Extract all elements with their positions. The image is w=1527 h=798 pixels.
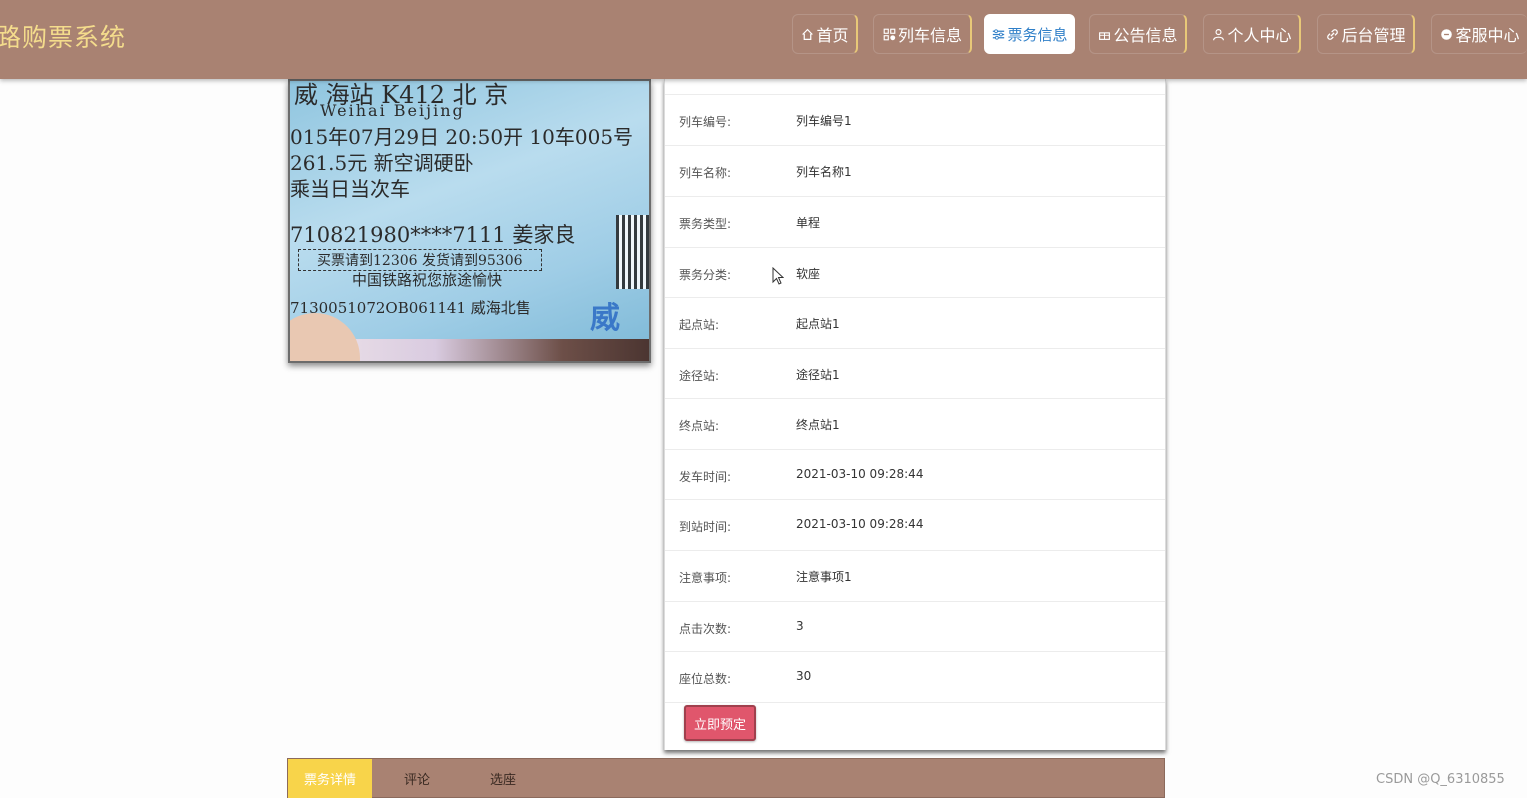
detail-label: 座位总数: [679, 672, 732, 686]
detail-label: 发车时间: [679, 470, 732, 484]
detail-row-depart-time: 发车时间: 2021-03-10 09:28:44 [665, 449, 1165, 500]
detail-row-clicks: 点击次数: 3 [665, 601, 1165, 652]
detail-row-seats: 座位总数: 30 [665, 651, 1165, 702]
ticket-line-date: 015年07月29日 20:50开 10车005号 [290, 125, 634, 149]
grid-icon [882, 27, 897, 42]
detail-label: 票务分类: [679, 268, 732, 282]
home-icon [800, 27, 815, 42]
detail-label: 途径站: [679, 369, 720, 383]
top-header: 路购票系统 首页 列车信息 票务信息 公告信息 个人中心 后台管理 客服中心 [0, 0, 1527, 79]
ticket-line-notice: 乘当日当次车 [290, 177, 410, 201]
nav-home[interactable]: 首页 [792, 14, 858, 54]
finger-photo [290, 313, 360, 361]
nav-notices[interactable]: 公告信息 [1089, 14, 1187, 54]
detail-value: 30 [796, 669, 812, 683]
nav-notices-label: 公告信息 [1113, 26, 1178, 45]
ticket-line-id: 710821980****7111 姜家良 [290, 223, 576, 247]
detail-label: 票务类型: [679, 217, 732, 231]
tab-ticket-details[interactable]: 票务详情 [288, 759, 372, 798]
user-icon [1211, 27, 1226, 42]
detail-row-ticket-class: 票务分类: 软座 [665, 247, 1165, 298]
ticket-line-service: 买票请到12306 发货请到95306 [298, 249, 542, 271]
book-now-button[interactable]: 立即预定 [684, 705, 756, 741]
detail-row-arrive-time: 到站时间: 2021-03-10 09:28:44 [665, 499, 1165, 550]
detail-value: 3 [796, 619, 804, 633]
nav-trains[interactable]: 列车信息 [873, 14, 972, 54]
detail-row-end-station: 终点站: 终点站1 [665, 398, 1165, 449]
detail-row-via-station: 途径站: 途径站1 [665, 348, 1165, 399]
detail-row-train-no: 列车编号: 列车编号1 [665, 94, 1165, 145]
detail-label: 终点站: [679, 419, 720, 433]
detail-value: 终点站1 [796, 418, 840, 432]
nav-tickets[interactable]: 票务信息 [984, 14, 1075, 54]
detail-tabs: 票务详情 评论 选座 [287, 758, 1165, 798]
tab-comments[interactable]: 评论 [374, 759, 460, 798]
nav-profile[interactable]: 个人中心 [1203, 14, 1301, 54]
mouse-cursor-icon [772, 267, 784, 285]
nav-tickets-label: 票务信息 [1007, 25, 1068, 44]
detail-value: 注意事项1 [796, 570, 852, 584]
sliders-icon [991, 27, 1006, 42]
nav-home-label: 首页 [816, 26, 849, 45]
site-title: 路购票系统 [0, 23, 127, 52]
detail-value: 起点站1 [796, 317, 840, 331]
detail-value: 列车编号1 [796, 114, 852, 128]
detail-row-notes: 注意事项: 注意事项1 [665, 550, 1165, 601]
tab-seat-selection[interactable]: 选座 [460, 759, 546, 798]
nav-admin[interactable]: 后台管理 [1317, 14, 1415, 54]
detail-label: 列车编号: [679, 115, 732, 129]
link-icon [1325, 27, 1340, 42]
gift-icon [1097, 27, 1112, 42]
chat-icon [1439, 27, 1454, 42]
qr-code-icon [616, 215, 649, 289]
ticket-line-price: 261.5元 新空调硬卧 [290, 151, 474, 175]
detail-value: 途径站1 [796, 368, 840, 382]
detail-label: 起点站: [679, 318, 720, 332]
nav-profile-label: 个人中心 [1227, 26, 1292, 45]
watermark: CSDN @Q_6310855 [1376, 772, 1505, 787]
detail-value: 2021-03-10 09:28:44 [796, 467, 924, 481]
detail-label: 注意事项: [679, 571, 732, 585]
detail-row-ticket-type: 票务类型: 单程 [665, 196, 1165, 247]
ticket-line-route-en: Weihai Beijing [320, 101, 465, 120]
nav-trains-label: 列车信息 [897, 26, 962, 45]
detail-label: 点击次数: [679, 622, 732, 636]
detail-value: 单程 [796, 216, 821, 230]
detail-value: 软座 [796, 267, 821, 281]
nav-service-label: 客服中心 [1455, 26, 1520, 45]
detail-value: 2021-03-10 09:28:44 [796, 517, 924, 531]
ticket-line-wish: 中国铁路祝您旅途愉快 [352, 271, 503, 289]
detail-row-train-name: 列车名称: 列车名称1 [665, 145, 1165, 196]
ticket-image: 威 海站 K412 北 京 Weihai Beijing 015年07月29日 … [288, 79, 651, 363]
detail-value: 列车名称1 [796, 165, 852, 179]
detail-row-start-station: 起点站: 起点站1 [665, 297, 1165, 348]
detail-label: 列车名称: [679, 166, 732, 180]
detail-label: 到站时间: [679, 520, 732, 534]
nav-admin-label: 后台管理 [1341, 26, 1406, 45]
nav-service[interactable]: 客服中心 [1431, 14, 1527, 54]
ticket-detail-panel: 列车编号: 列车编号1 列车名称: 列车名称1 票务类型: 单程 票务分类: 软… [664, 79, 1166, 750]
